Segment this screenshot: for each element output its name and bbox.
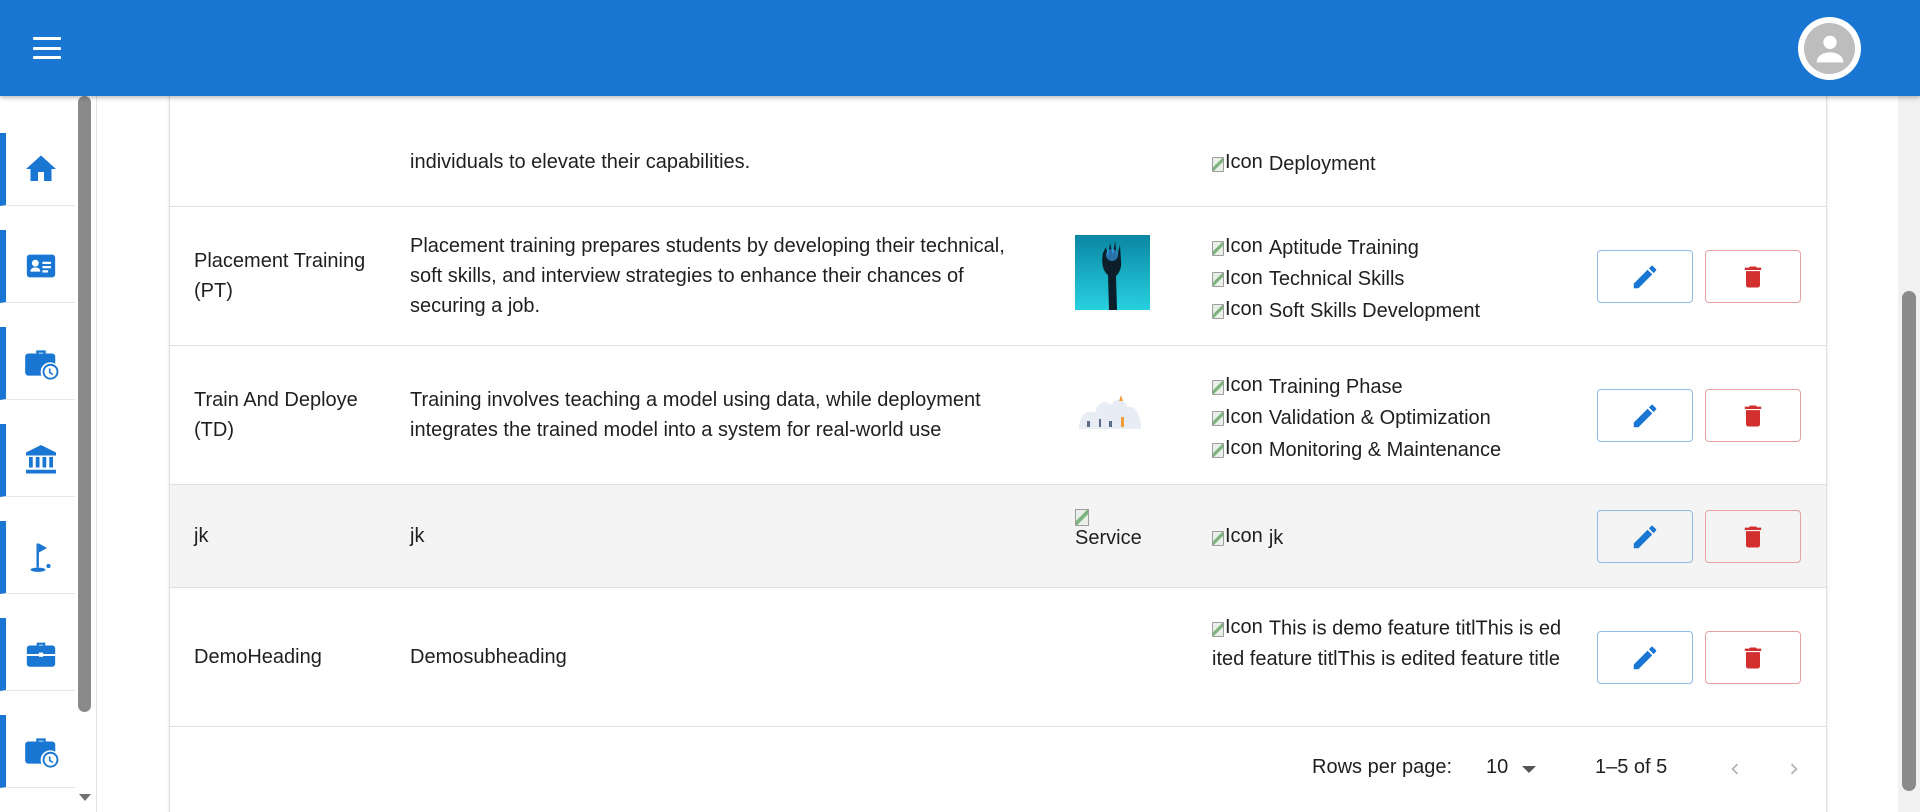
edit-button[interactable] xyxy=(1597,389,1693,442)
content-area: individuals to elevate their capabilitie… xyxy=(0,96,1898,812)
row-description: individuals to elevate their capabilitie… xyxy=(410,151,751,173)
feature-icon-image: Icon xyxy=(1212,263,1263,293)
edit-button[interactable] xyxy=(1597,631,1693,684)
feature-item: Icon Training Phase xyxy=(1212,370,1572,402)
account-circle-icon xyxy=(1804,23,1855,74)
feature-item: Icon Validation & Optimization xyxy=(1212,402,1572,434)
trash-icon xyxy=(1744,266,1762,287)
services-table-card: individuals to elevate their capabilitie… xyxy=(170,96,1826,812)
app-bar xyxy=(0,0,1920,96)
row-title: DemoHeading xyxy=(194,646,322,668)
table-pagination: Rows per page: 10 1–5 of 5 xyxy=(170,736,1826,812)
table-row: jk jk Service Icon jk xyxy=(170,485,1826,588)
feature-icon-image: Icon xyxy=(1212,402,1263,432)
trash-icon xyxy=(1744,647,1762,668)
feature-label: Monitoring & Maintenance xyxy=(1268,438,1502,461)
avatar[interactable] xyxy=(1798,17,1861,80)
table-row: individuals to elevate their capabilitie… xyxy=(170,96,1826,207)
feature-icon-image: Icon xyxy=(1212,231,1263,261)
row-title: Train And Deploye (TD) xyxy=(194,389,358,441)
service-image: Service xyxy=(1075,509,1155,550)
previous-page-button[interactable] xyxy=(1718,752,1752,786)
table-row: DemoHeading Demosubheading Icon This is d… xyxy=(170,588,1826,727)
row-features: Icon Training Phase Icon Validation & Opti… xyxy=(1212,370,1572,465)
feature-label: Training Phase xyxy=(1268,375,1403,398)
feature-label: Aptitude Training xyxy=(1268,236,1419,259)
feature-label: Technical Skills xyxy=(1268,268,1405,290)
chevron-left-icon xyxy=(1731,763,1739,775)
rows-per-page-select[interactable]: 10 xyxy=(1486,756,1537,779)
pencil-icon xyxy=(1633,646,1657,669)
edit-button[interactable] xyxy=(1597,510,1693,563)
row-description: jk xyxy=(410,525,425,547)
next-page-button[interactable] xyxy=(1777,752,1811,786)
delete-button[interactable] xyxy=(1705,389,1801,442)
delete-button[interactable] xyxy=(1705,250,1801,303)
pencil-icon xyxy=(1633,265,1657,288)
row-title: Placement Training (PT) xyxy=(194,250,366,302)
feature-item: Icon Technical Skills xyxy=(1212,263,1572,295)
caret-down-icon xyxy=(1522,765,1537,773)
feature-icon-image: Icon xyxy=(1212,521,1263,551)
feature-icon-image: Icon xyxy=(1212,294,1263,324)
delete-button[interactable] xyxy=(1705,631,1801,684)
service-image xyxy=(1075,235,1155,310)
feature-icon-image: Icon xyxy=(1212,147,1263,177)
service-image-alt: Service xyxy=(1075,527,1142,549)
delete-button[interactable] xyxy=(1705,510,1801,563)
service-image xyxy=(1075,391,1155,442)
table-row: Train And Deploye (TD) Training involves… xyxy=(170,346,1826,485)
feature-label: jk xyxy=(1268,526,1284,549)
feature-label: This is demo feature titlThis is edited … xyxy=(1212,617,1562,670)
feature-item: Icon Deployment xyxy=(1212,147,1572,179)
rows-per-page-value: 10 xyxy=(1486,756,1509,778)
feature-item: Icon jk xyxy=(1212,521,1572,553)
row-features: Icon This is demo feature titlThis is edi… xyxy=(1212,612,1562,674)
menu-icon[interactable] xyxy=(28,33,66,63)
pencil-icon xyxy=(1633,525,1657,548)
pagination-range: 1–5 of 5 xyxy=(1595,756,1668,778)
pencil-icon xyxy=(1633,404,1657,427)
trash-icon xyxy=(1744,405,1762,426)
feature-item: Icon This is demo feature titlThis is edi… xyxy=(1212,612,1562,674)
table-row: Placement Training (PT) Placement traini… xyxy=(170,207,1826,346)
feature-icon-image: Icon xyxy=(1212,433,1263,463)
feature-label: Deployment xyxy=(1268,152,1376,175)
page-scrollbar-thumb[interactable] xyxy=(1902,291,1916,791)
row-title: jk xyxy=(194,525,209,547)
row-description: Placement training prepares students by … xyxy=(410,235,1005,317)
page-scrollbar[interactable] xyxy=(1898,96,1920,812)
row-description: Training involves teaching a model using… xyxy=(410,389,981,441)
row-features: Icon jk xyxy=(1212,521,1572,553)
feature-icon-image: Icon xyxy=(1212,612,1263,642)
row-features: Icon Aptitude Training Icon Technical Skil… xyxy=(1212,231,1572,326)
rows-per-page-label: Rows per page: xyxy=(1312,756,1453,778)
feature-icon-image: Icon xyxy=(1212,370,1263,400)
feature-label: Validation & Optimization xyxy=(1268,407,1491,429)
feature-item: Icon Monitoring & Maintenance xyxy=(1212,433,1572,465)
row-features: Icon Deployment xyxy=(1212,147,1572,179)
feature-item: Icon Soft Skills Development xyxy=(1212,294,1572,326)
chevron-right-icon xyxy=(1790,763,1798,775)
feature-label: Soft Skills Development xyxy=(1268,299,1481,322)
edit-button[interactable] xyxy=(1597,250,1693,303)
feature-item: Icon Aptitude Training xyxy=(1212,231,1572,263)
row-description: Demosubheading xyxy=(410,646,567,668)
trash-icon xyxy=(1744,526,1762,547)
